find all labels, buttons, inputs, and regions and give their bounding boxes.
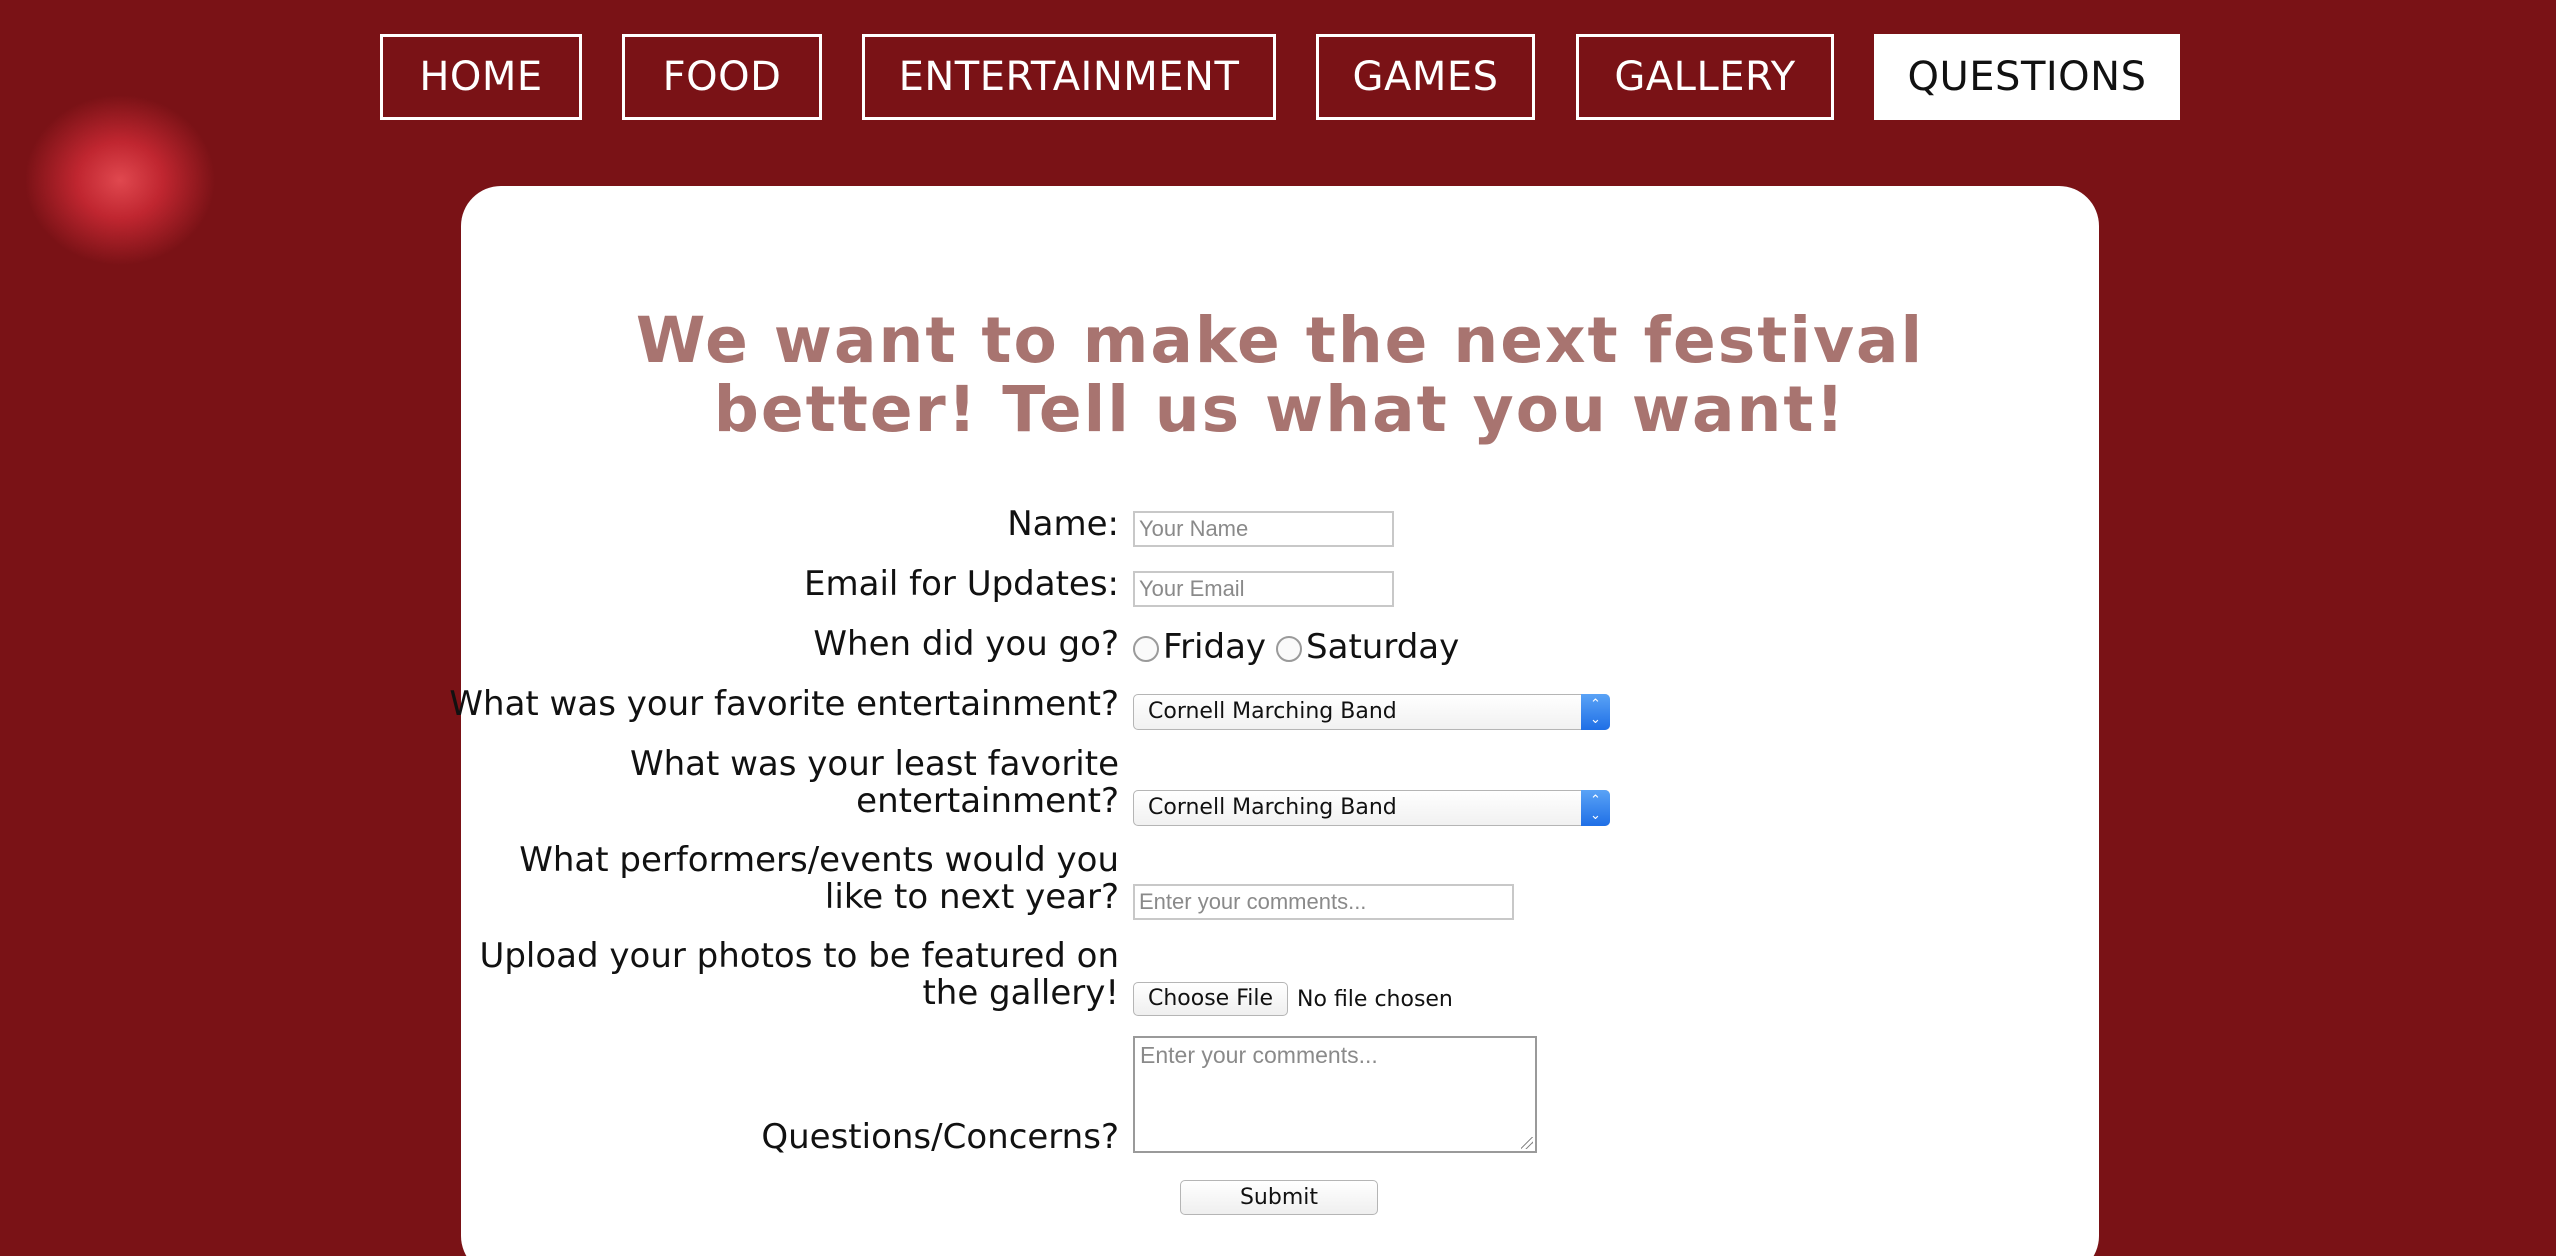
least-favorite-select[interactable]: Cornell Marching Band ⌃ ⌄ (1133, 790, 1610, 826)
survey-title: We want to make the next festival better… (635, 304, 1925, 446)
upload-label-line1: Upload your photos to be featured on (479, 936, 1119, 976)
saturday-radio[interactable] (1276, 636, 1303, 662)
least-favorite-label-line1: What was your least favorite (629, 744, 1119, 784)
nav-item-games[interactable]: GAMES (1316, 34, 1535, 120)
performers-label-line1: What performers/events would you (519, 840, 1119, 880)
nav-item-gallery[interactable]: GALLERY (1576, 34, 1834, 120)
email-input[interactable] (1133, 571, 1394, 607)
saturday-radio-label[interactable]: Saturday (1306, 627, 1459, 667)
file-status-text: No file chosen (1297, 986, 1453, 1012)
upload-label-line2: the gallery! (922, 973, 1119, 1013)
visit-day-radio-group: Friday Saturday (1133, 627, 1469, 667)
least-favorite-value: Cornell Marching Band (1148, 795, 1397, 820)
name-label: Name: (1007, 504, 1119, 544)
top-navigation: HOME FOOD ENTERTAINMENT GAMES GALLERY QU… (0, 34, 2556, 124)
questions-textarea[interactable] (1133, 1036, 1537, 1153)
email-label: Email for Updates: (804, 564, 1119, 604)
performers-input[interactable] (1133, 884, 1514, 920)
least-favorite-label-line2: entertainment? (856, 781, 1119, 821)
resize-handle-icon[interactable] (1521, 1137, 1533, 1149)
favorite-entertainment-value: Cornell Marching Band (1148, 699, 1397, 724)
submit-button[interactable]: Submit (1180, 1180, 1378, 1215)
nav-item-questions[interactable]: QUESTIONS (1874, 34, 2180, 120)
nav-item-home[interactable]: HOME (380, 34, 582, 120)
performers-label-line2: like to next year? (824, 877, 1119, 917)
survey-panel: We want to make the next festival better… (449, 186, 2099, 1256)
name-input[interactable] (1133, 511, 1394, 547)
select-chevron-icon: ⌃ ⌄ (1581, 694, 1610, 730)
nav-item-entertainment[interactable]: ENTERTAINMENT (862, 34, 1276, 120)
file-upload: Choose File No file chosen (1133, 981, 1453, 1017)
nav-item-food[interactable]: FOOD (622, 34, 822, 120)
performers-label: What performers/events would you like to… (359, 842, 1119, 916)
least-favorite-label: What was your least favorite entertainme… (359, 746, 1119, 820)
visit-day-label: When did you go? (813, 624, 1119, 664)
upload-label: Upload your photos to be featured on the… (359, 938, 1119, 1012)
friday-radio-label[interactable]: Friday (1163, 627, 1266, 667)
favorite-entertainment-label: What was your favorite entertainment? (449, 684, 1119, 724)
select-chevron-icon: ⌃ ⌄ (1581, 790, 1610, 826)
favorite-entertainment-select[interactable]: Cornell Marching Band ⌃ ⌄ (1133, 694, 1610, 730)
friday-radio[interactable] (1133, 636, 1159, 662)
questions-label: Questions/Concerns? (761, 1117, 1119, 1157)
choose-file-button[interactable]: Choose File (1133, 982, 1289, 1016)
